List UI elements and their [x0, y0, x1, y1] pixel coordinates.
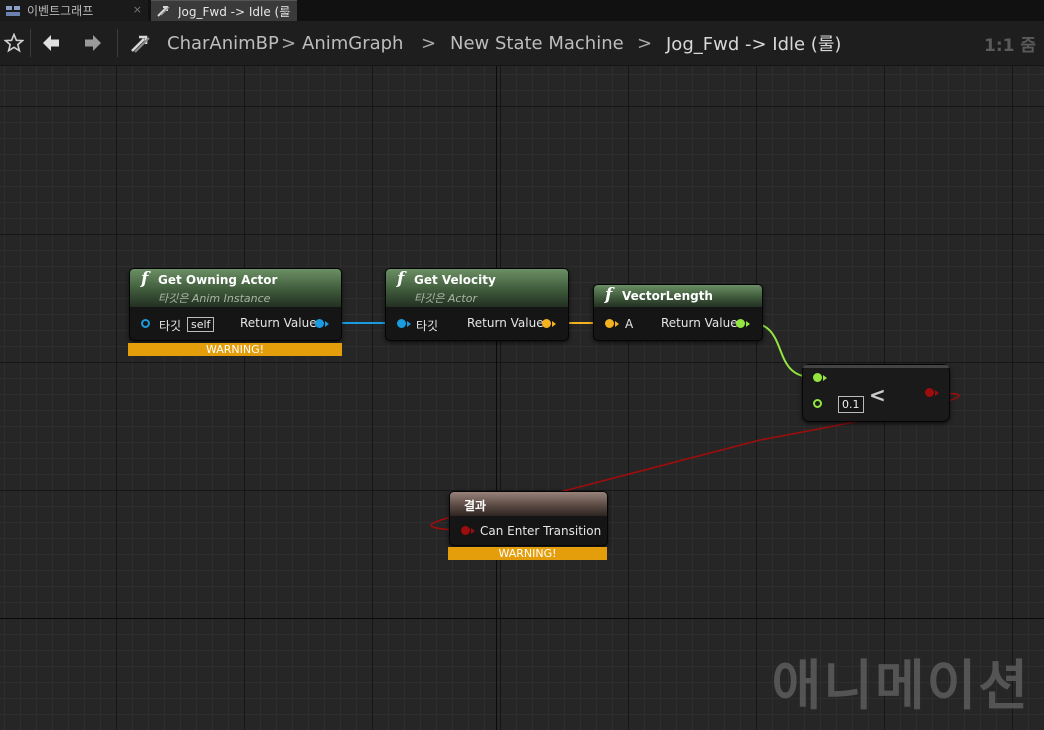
node-result[interactable]: 결과 Can Enter Transition [449, 491, 608, 546]
float-pin-input-b[interactable] [813, 399, 822, 408]
star-icon[interactable] [3, 21, 25, 65]
vector-pin-output[interactable] [542, 319, 551, 328]
vector-pin-input[interactable] [605, 319, 614, 328]
bool-pin-output[interactable] [925, 388, 934, 397]
function-icon: f [605, 285, 613, 305]
warning-badge: WARNING! [448, 547, 607, 560]
pin-label: Return Value [467, 316, 544, 330]
operator-label: < [869, 383, 886, 407]
zoom-level: 1:1 줌 [983, 35, 1036, 56]
pin-label: Return Value [240, 316, 317, 330]
graph-type-watermark: 애니메이션 [771, 654, 1030, 717]
pin-arrow-icon [746, 321, 750, 327]
object-pin-output[interactable] [315, 319, 324, 328]
node-title: Get Owning Actor [158, 273, 278, 287]
blueprint-transition-icon [128, 21, 154, 65]
transition-icon [156, 5, 172, 17]
node-header: 결과 [450, 492, 607, 516]
tab-event-graph[interactable]: 이벤트그래프 × [0, 0, 148, 21]
object-pin-input[interactable] [141, 319, 150, 328]
pin-arrow-icon [471, 528, 475, 534]
pin-arrow-icon [552, 321, 556, 327]
pin-arrow-icon [823, 375, 827, 381]
close-icon[interactable]: × [282, 4, 291, 17]
pin-label: A [625, 317, 634, 331]
node-header [803, 365, 949, 368]
pin-label: 타깃 [416, 319, 439, 333]
function-icon: f [141, 269, 149, 289]
pin-arrow-icon [615, 321, 619, 327]
pin-label: Can Enter Transition [480, 524, 602, 538]
tab-label: Jog_Fwd -> Idle (룰 [178, 4, 291, 19]
node-subtitle: 타깃은 Actor [414, 292, 477, 305]
breadcrumb-toolbar: CharAnimBP > AnimGraph > New State Machi… [0, 21, 1044, 66]
toolbar-divider [30, 29, 31, 57]
node-get-velocity[interactable]: f Get Velocity 타깃은 Actor 타깃 Return Value [385, 268, 569, 341]
b-default-value[interactable]: 0.1 [838, 396, 864, 413]
node-less-than[interactable]: 0.1 < [802, 364, 950, 422]
breadcrumb-separator: > [281, 32, 297, 54]
graph-origin-axis [496, 66, 497, 730]
node-header: f Get Velocity 타깃은 Actor [386, 269, 568, 307]
graph-origin-axis [0, 618, 1044, 619]
tab-bar: 이벤트그래프 × Jog_Fwd -> Idle (룰 × [0, 0, 1044, 21]
node-header: f Get Owning Actor 타깃은 Anim Instance [130, 269, 341, 307]
breadcrumb-item[interactable]: CharAnimBP [167, 21, 279, 65]
node-title: VectorLength [622, 289, 713, 303]
pin-arrow-icon [407, 321, 411, 327]
node-get-owning-actor[interactable]: f Get Owning Actor 타깃은 Anim Instance 타깃 … [129, 268, 342, 341]
breadcrumb-separator: > [637, 32, 653, 54]
tab-label: 이벤트그래프 [27, 4, 94, 18]
self-default-value[interactable]: self [187, 317, 215, 332]
tab-transition-rule[interactable]: Jog_Fwd -> Idle (룰 × [151, 0, 297, 21]
breadcrumb-item[interactable]: AnimGraph [302, 21, 403, 65]
node-header: f VectorLength [594, 285, 762, 307]
back-arrow-icon[interactable] [39, 21, 63, 65]
function-icon: f [397, 269, 405, 289]
node-subtitle: 타깃은 Anim Instance [158, 292, 271, 305]
float-pin-input-a[interactable] [813, 373, 822, 382]
pin-label: Return Value [661, 316, 738, 330]
float-pin-output[interactable] [736, 319, 745, 328]
breadcrumb-item-current[interactable]: Jog_Fwd -> Idle (룰) [666, 21, 841, 65]
node-vector-length[interactable]: f VectorLength A Return Value [593, 284, 763, 341]
event-graph-icon [5, 5, 21, 17]
node-title: 결과 [464, 499, 487, 513]
warning-badge: WARNING! [128, 343, 342, 356]
bool-pin-input[interactable] [461, 526, 470, 535]
toolbar-divider [117, 29, 118, 57]
node-title: Get Velocity [414, 273, 496, 287]
close-icon[interactable]: × [133, 3, 142, 16]
pin-arrow-icon [325, 321, 329, 327]
pin-label: 타깃 [159, 319, 182, 333]
forward-arrow-icon[interactable] [81, 21, 105, 65]
object-pin-input[interactable] [397, 319, 406, 328]
breadcrumb-separator: > [421, 32, 437, 54]
breadcrumb-item[interactable]: New State Machine [450, 21, 624, 65]
pin-arrow-icon [935, 390, 939, 396]
